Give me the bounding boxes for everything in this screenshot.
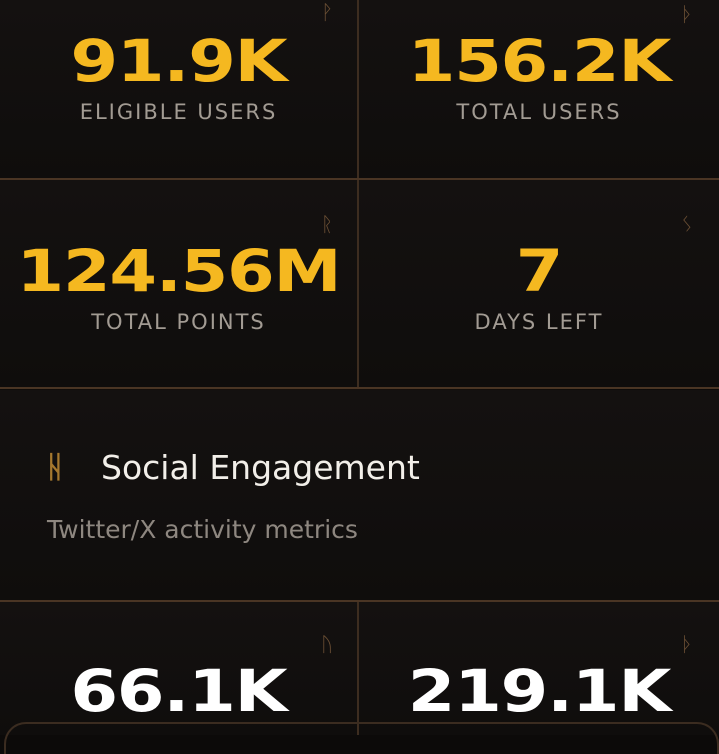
rune-icon: ᚺ <box>46 450 64 485</box>
rune-icon: ᚹ <box>321 0 333 24</box>
stat-label: DAYS LEFT <box>474 310 604 334</box>
divider <box>0 600 719 602</box>
rune-icon: ᚦ <box>681 632 693 656</box>
page: ᚹ 91.9K ELIGIBLE USERS ᚦ 156.2K TOTAL US… <box>0 0 719 754</box>
rune-icon: ᚱ <box>321 212 333 236</box>
section-subtitle: Twitter/X activity metrics <box>47 515 358 544</box>
stat-label: ELIGIBLE USERS <box>79 100 278 124</box>
social-stat-card-2: ᚦ 219.1K <box>359 602 719 735</box>
divider <box>357 602 359 735</box>
rune-icon: ᚦ <box>681 2 693 26</box>
next-card-edge <box>4 722 719 754</box>
section-title: Social Engagement <box>101 448 420 487</box>
stat-value: 7 <box>515 237 564 305</box>
rune-icon: ᛊ <box>681 212 693 236</box>
divider <box>0 178 719 180</box>
divider <box>357 0 359 388</box>
social-stat-card-1: ᚢ 66.1K <box>0 602 357 735</box>
stat-label: TOTAL POINTS <box>91 310 266 334</box>
stat-card-eligible-users: ᚹ 91.9K ELIGIBLE USERS <box>0 0 357 178</box>
stat-value: 219.1K <box>407 657 672 725</box>
stat-value: 156.2K <box>407 27 672 95</box>
stat-label: TOTAL USERS <box>456 100 622 124</box>
rune-icon: ᚢ <box>321 632 333 656</box>
social-engagement-section <box>0 390 719 600</box>
stat-card-total-points: ᚱ 124.56M TOTAL POINTS <box>0 180 357 387</box>
stat-card-total-users: ᚦ 156.2K TOTAL USERS <box>359 0 719 178</box>
stat-card-days-left: ᛊ 7 DAYS LEFT <box>359 180 719 387</box>
divider <box>0 387 719 389</box>
